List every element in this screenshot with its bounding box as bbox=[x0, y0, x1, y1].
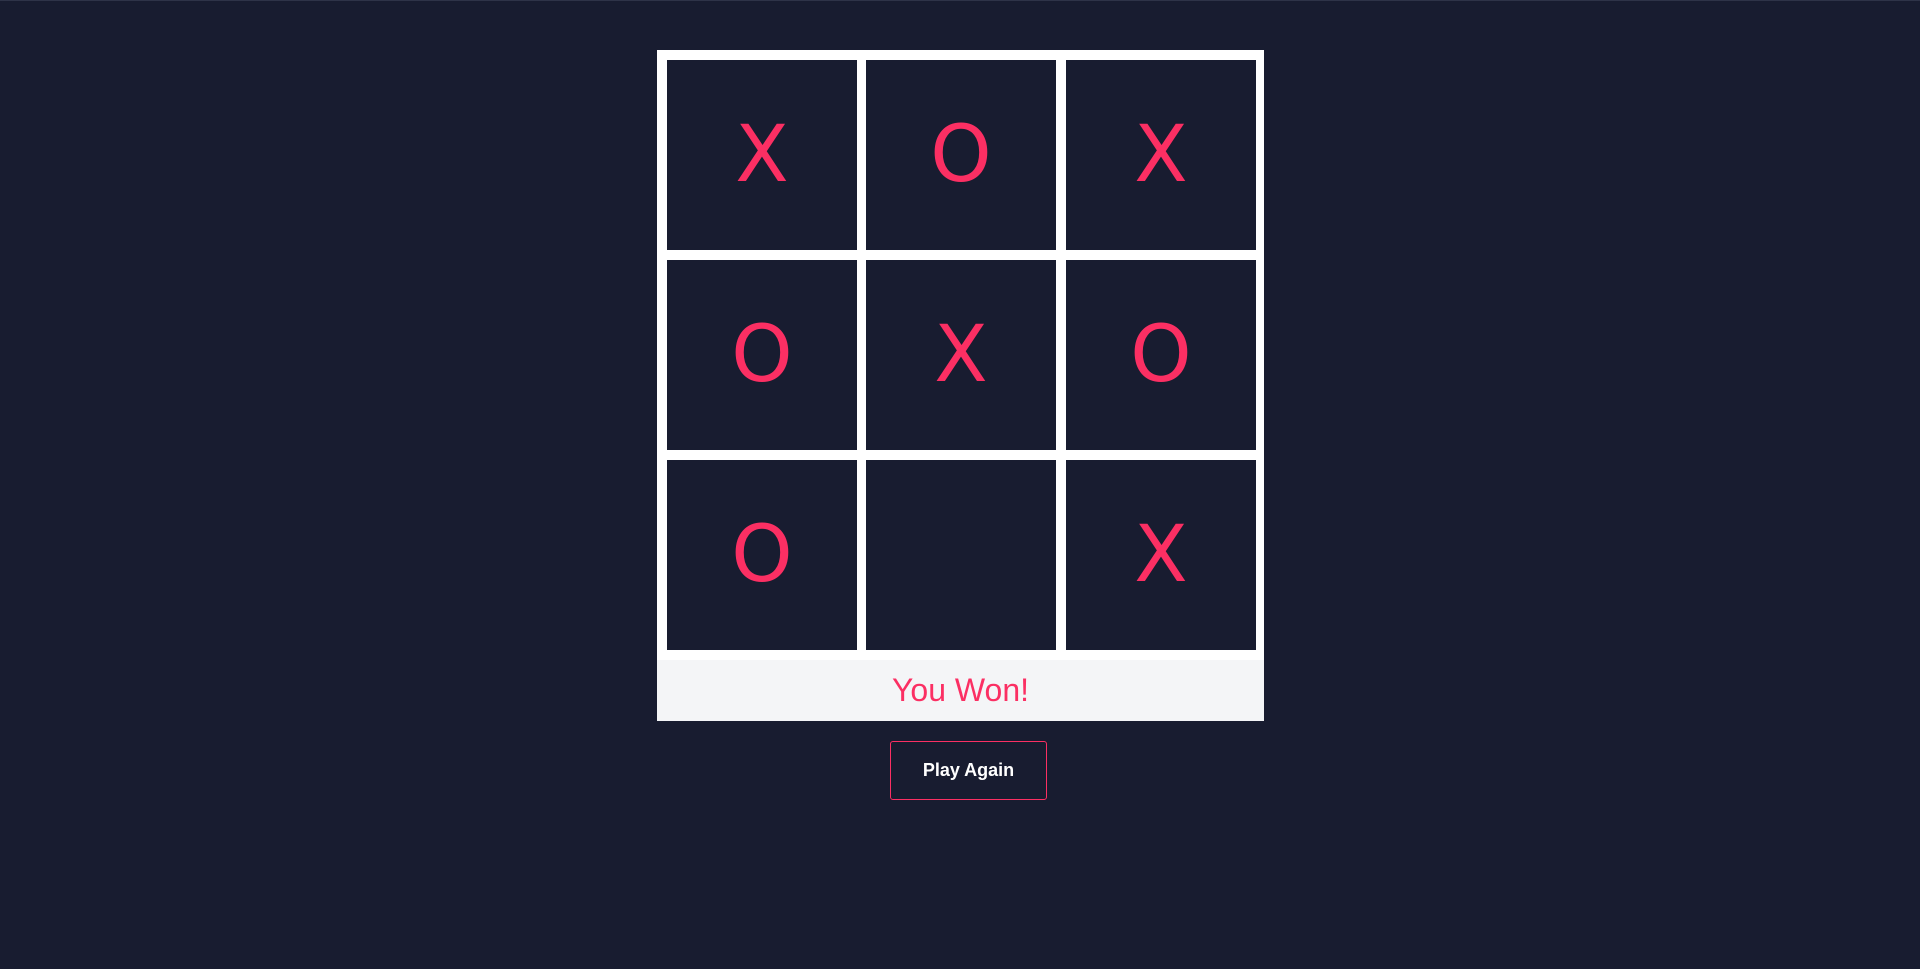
cell-5-mark: X bbox=[934, 310, 988, 400]
cell-6[interactable]: O bbox=[1066, 260, 1256, 450]
result-bar: You Won! bbox=[657, 660, 1264, 721]
cell-7[interactable]: O bbox=[667, 460, 857, 650]
result-message: You Won! bbox=[892, 672, 1029, 708]
cell-5[interactable]: X bbox=[866, 260, 1056, 450]
cell-4[interactable]: O bbox=[667, 260, 857, 450]
cell-6-mark: O bbox=[1130, 310, 1192, 400]
cell-1-mark: X bbox=[735, 110, 789, 200]
cell-3-mark: X bbox=[1134, 110, 1188, 200]
cell-2-mark: O bbox=[930, 110, 992, 200]
game-board: X O X O X O O X bbox=[657, 50, 1264, 660]
game-container: X O X O X O O X You Won! bbox=[657, 50, 1264, 721]
cell-3[interactable]: X bbox=[1066, 60, 1256, 250]
top-border bbox=[0, 0, 1920, 1]
cell-1[interactable]: X bbox=[667, 60, 857, 250]
cell-4-mark: O bbox=[731, 310, 793, 400]
cell-8[interactable] bbox=[866, 460, 1056, 650]
play-again-button[interactable]: Play Again bbox=[890, 741, 1047, 800]
cell-9-mark: X bbox=[1134, 510, 1188, 600]
cell-7-mark: O bbox=[731, 510, 793, 600]
cell-9[interactable]: X bbox=[1066, 460, 1256, 650]
cell-2[interactable]: O bbox=[866, 60, 1056, 250]
